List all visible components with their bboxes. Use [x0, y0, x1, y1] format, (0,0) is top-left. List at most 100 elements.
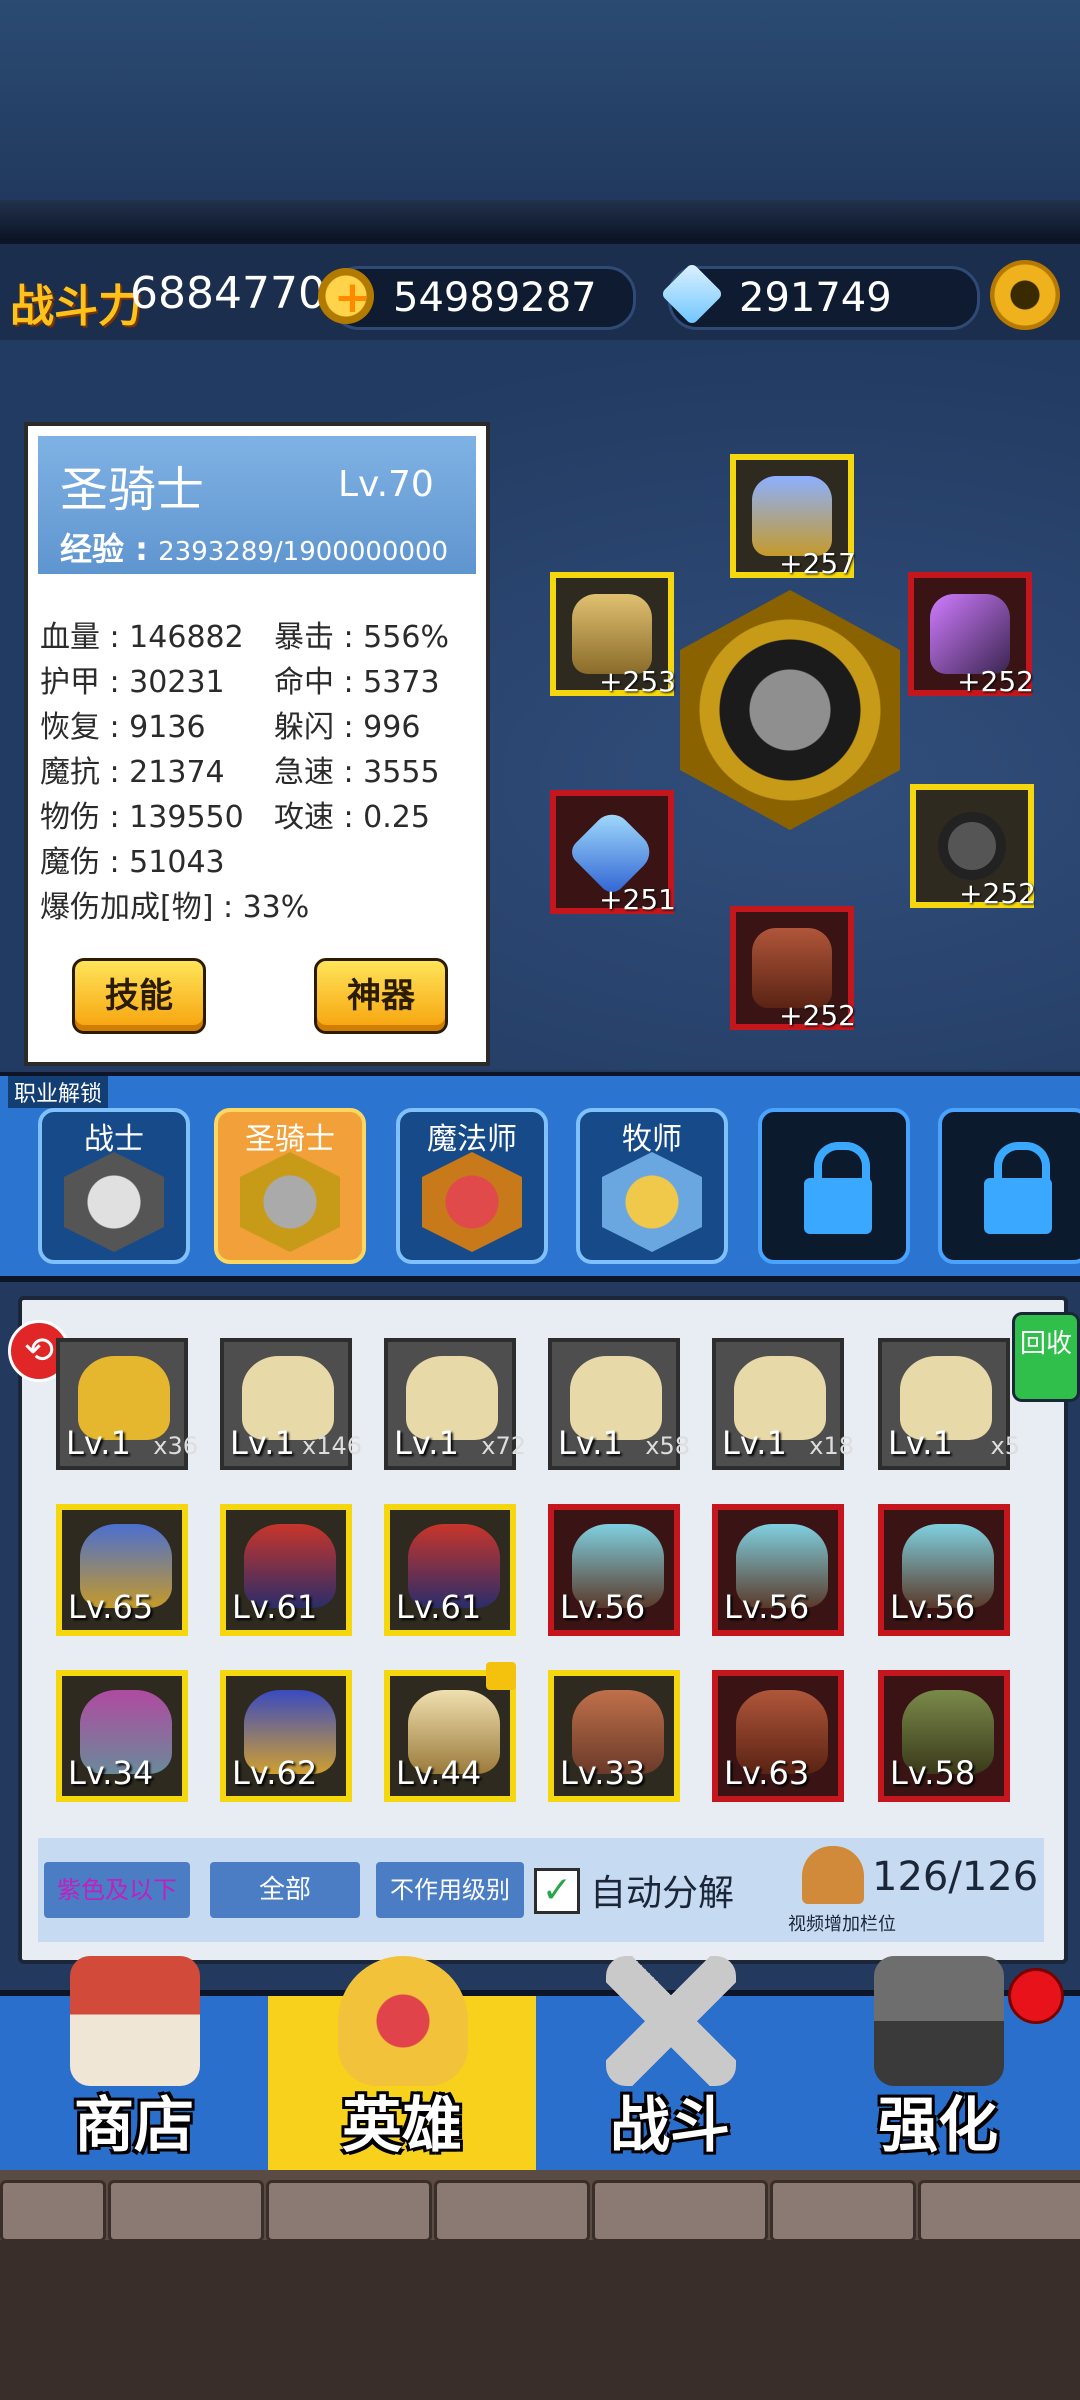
lock-body	[984, 1178, 1052, 1234]
sword-icon	[64, 1152, 164, 1252]
inventory-item[interactable]: Lv.1 x5	[878, 1338, 1020, 1470]
stat-armor: 护甲 : 30231	[40, 665, 225, 700]
brick	[592, 2180, 768, 2242]
inventory-item[interactable]: Lv.61	[384, 1504, 516, 1636]
nav-hero-label: 英雄	[342, 2091, 462, 2161]
filter-no-level-button[interactable]: 不作用级别	[376, 1862, 524, 1918]
brick	[770, 2180, 916, 2242]
auto-decompose-label: 自动分解	[590, 1873, 735, 1914]
inventory-item[interactable]: Lv.1 x146	[220, 1338, 362, 1470]
shop-icon	[70, 1956, 200, 2086]
bag-icon[interactable]	[802, 1846, 864, 1904]
hero-header: 圣骑士 Lv.70 经验 : 2393289/1900000000	[38, 436, 476, 574]
recycle-label: 回收	[1019, 1329, 1072, 1359]
hero-level: Lv.70	[338, 464, 434, 505]
equip-amulet[interactable]: +251	[550, 790, 676, 916]
helmet-icon	[752, 476, 832, 556]
inventory-item[interactable]: Lv.62	[220, 1670, 352, 1802]
brick	[108, 2180, 264, 2242]
tab-mage[interactable]: 魔法师	[396, 1108, 548, 1264]
brick	[0, 2180, 106, 2242]
filter-purple-button[interactable]: 紫色及以下	[44, 1862, 190, 1918]
equip-weapon[interactable]: +252	[908, 572, 1034, 698]
equip-ring[interactable]: +252	[910, 784, 1036, 910]
tab-warrior[interactable]: 战士	[38, 1108, 190, 1264]
inventory-item[interactable]: Lv.34	[56, 1670, 188, 1802]
tab-locked-5[interactable]	[758, 1108, 910, 1264]
brick	[918, 2180, 1080, 2242]
boots-bonus: +252	[779, 999, 856, 1032]
gem-value: 291749	[739, 275, 892, 321]
inventory-item[interactable]: Lv.44	[384, 1662, 516, 1802]
tab-warrior-label: 战士	[84, 1122, 144, 1157]
nav-hero[interactable]: 英雄	[268, 1956, 536, 2176]
wings-icon	[602, 1152, 702, 1252]
nav-upgrade[interactable]: 强化	[804, 1956, 1072, 2176]
auto-decompose-checkbox[interactable]: ✓	[534, 1868, 580, 1914]
inventory-item[interactable]: Lv.63	[712, 1670, 844, 1802]
stat-mdmg: 魔伤 : 51043	[40, 845, 225, 880]
tab-priest[interactable]: 牧师	[576, 1108, 728, 1264]
inventory-filter-bar: 紫色及以下 全部 不作用级别 ✓ 自动分解 126/126 视频增加栏位	[38, 1838, 1044, 1942]
ring-bonus: +252	[959, 877, 1036, 910]
nav-shop-label: 商店	[74, 2091, 194, 2161]
stat-critdmg: 爆伤加成[物] : 33%	[40, 890, 310, 925]
gold-counter: 54989287	[330, 266, 636, 330]
nav-battle[interactable]: 战斗	[536, 1956, 804, 2176]
inventory-item[interactable]: Lv.56	[712, 1504, 844, 1636]
equip-helmet[interactable]: +257	[730, 454, 856, 580]
tab-paladin-label: 圣骑士	[245, 1122, 335, 1157]
inventory-item[interactable]: Lv.61	[220, 1504, 352, 1636]
equip-boots[interactable]: +252	[730, 906, 856, 1032]
video-slot-label[interactable]: 视频增加栏位	[788, 1910, 896, 1936]
notification-dot	[1008, 1968, 1064, 2024]
hero-name: 圣骑士	[60, 462, 205, 518]
add-gold-icon[interactable]: +	[318, 268, 374, 324]
stat-mres: 魔抗 : 21374	[40, 755, 225, 790]
artifact-button[interactable]: 神器	[314, 958, 448, 1034]
crossed-swords-icon	[606, 1956, 736, 2086]
equip-armor[interactable]: +253	[550, 572, 676, 698]
brick	[266, 2180, 432, 2242]
inventory-item[interactable]: Lv.1 x72	[384, 1338, 526, 1470]
hero-helmet-icon	[338, 1956, 468, 2086]
stat-aspd: 攻速 : 0.25	[274, 800, 430, 835]
boots-icon	[752, 928, 832, 1008]
amulet-bonus: +251	[599, 883, 676, 916]
ring-icon	[938, 812, 1006, 880]
inventory-item[interactable]: Lv.33	[548, 1670, 680, 1802]
tab-priest-label: 牧师	[622, 1122, 682, 1157]
tab-paladin[interactable]: 圣骑士	[214, 1108, 366, 1264]
stat-crit: 暴击 : 556%	[274, 620, 449, 655]
filter-all-button[interactable]: 全部	[210, 1862, 360, 1918]
anvil-hammer-icon	[874, 1956, 1004, 2086]
hammer-icon	[240, 1152, 340, 1252]
power-value: 6884770	[130, 268, 326, 319]
inventory-item[interactable]: Lv.1 x36	[56, 1338, 198, 1470]
weapon-bonus: +252	[957, 665, 1034, 698]
inventory-item[interactable]: Lv.1 x18	[712, 1338, 854, 1470]
class-selector: 职业解锁 战士 圣骑士 魔法师 牧师	[0, 1072, 1080, 1282]
nav-shop[interactable]: 商店	[0, 1956, 268, 2176]
tab-mage-label: 魔法师	[427, 1122, 517, 1157]
exp-label: 经验 :	[60, 530, 148, 568]
inventory-item[interactable]: Lv.58	[878, 1670, 1010, 1802]
tab-locked-6[interactable]	[938, 1108, 1080, 1264]
armor-icon	[572, 594, 652, 674]
hero-stats-card: 圣骑士 Lv.70 经验 : 2393289/1900000000 血量 : 1…	[24, 422, 490, 1066]
class-unlock-title: 职业解锁	[8, 1076, 109, 1108]
nav-battle-label: 战斗	[610, 2091, 730, 2161]
skill-button[interactable]: 技能	[72, 958, 206, 1034]
inventory-item[interactable]: Lv.56	[878, 1504, 1010, 1636]
resource-bar: 战斗力 6884770 54989287 + 291749	[0, 240, 1080, 344]
inventory-item[interactable]: Lv.1 x58	[548, 1338, 690, 1470]
brick	[434, 2180, 590, 2242]
top-background	[0, 0, 1080, 240]
recycle-bin-icon[interactable]: 回收	[1012, 1312, 1080, 1402]
inventory-capacity: 126/126	[872, 1854, 1039, 1900]
gear-icon[interactable]	[990, 260, 1060, 330]
stat-haste: 急速 : 3555	[274, 755, 440, 790]
inventory-item[interactable]: Lv.56	[548, 1504, 680, 1636]
lock-icon	[486, 1662, 516, 1690]
inventory-item[interactable]: Lv.65	[56, 1504, 188, 1636]
